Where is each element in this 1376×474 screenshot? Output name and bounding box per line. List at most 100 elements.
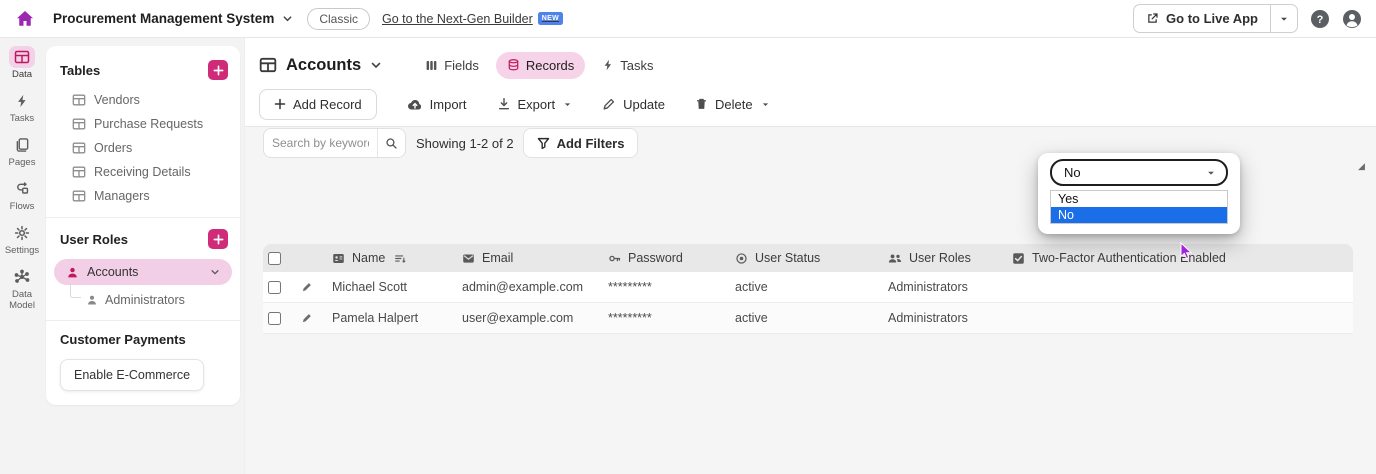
svg-text:?: ? [1317,14,1324,26]
column-header-user-status: User Status [726,251,879,265]
scroll-arrow-icon[interactable]: ◢ [1358,161,1365,172]
column-header-user-roles: User Roles [879,251,1003,265]
select-all-checkbox[interactable] [268,252,281,265]
sidebar-item-vendors[interactable]: Vendors [46,88,240,112]
cell-user-roles: Administrators [879,311,1003,325]
sidebar-item-purchase-requests[interactable]: Purchase Requests [46,112,240,136]
rail-item-pages[interactable]: Pages [0,134,44,169]
go-to-live-app-button[interactable]: Go to Live App [1133,4,1270,33]
update-button[interactable]: Update [602,97,665,112]
tab-tasks[interactable]: Tasks [591,52,664,79]
two-factor-dropdown-popup: No Yes No [1038,153,1240,234]
key-icon [608,252,621,265]
search-box [263,128,406,158]
tables-section-header: Tables [46,58,240,88]
table-icon [72,117,86,131]
divider [46,217,240,218]
cell-email: user@example.com [453,311,599,325]
add-table-button[interactable] [208,60,228,80]
pencil-icon [602,97,616,111]
plus-icon [274,98,286,110]
column-header-password: Password [599,251,726,265]
dropdown-option-list: Yes No [1050,190,1228,224]
add-user-role-button[interactable] [208,229,228,249]
user-roles-header-label: User Roles [60,232,128,247]
people-icon [888,252,902,265]
table-header-row: Name Email Password [263,244,1353,272]
divider [46,320,240,321]
sort-ascending-icon[interactable] [394,253,406,264]
database-icon [507,58,520,72]
chevron-down-icon [761,100,770,109]
tab-records[interactable]: Records [496,52,585,79]
dropdown-option-no[interactable]: No [1051,207,1227,223]
user-avatar[interactable] [1342,9,1362,29]
rail-item-settings[interactable]: Settings [0,222,44,257]
rail-item-tasks[interactable]: Tasks [0,90,44,125]
sidebar-item-receiving-details[interactable]: Receiving Details [46,160,240,184]
add-record-button[interactable]: Add Record [259,89,377,120]
user-roles-section-header: User Roles [46,227,240,257]
person-icon [86,294,98,306]
edit-record-icon[interactable] [281,281,323,293]
chevron-down-icon[interactable] [370,59,382,71]
import-button[interactable]: Import [407,97,467,112]
rail-item-data[interactable]: Data [0,46,44,81]
nav-rail: Data Tasks Pages Flows Settings [0,38,44,474]
sidebar-item-managers[interactable]: Managers [46,184,240,208]
lightning-icon [9,90,35,112]
trash-icon [695,97,708,111]
cell-password: ********* [599,311,726,325]
rail-item-data-model[interactable]: Data Model [0,266,44,312]
two-factor-select[interactable]: No [1050,159,1228,186]
showing-count: Showing 1-2 of 2 [416,136,514,151]
add-filters-button[interactable]: Add Filters [523,128,639,158]
edit-record-icon[interactable] [281,312,323,324]
chevron-down-icon [563,100,572,109]
home-icon[interactable] [13,7,37,31]
chevron-down-icon[interactable] [282,13,293,24]
table-icon [72,93,86,107]
plus-icon [213,65,224,76]
search-icon[interactable] [377,129,405,157]
main-header: Accounts Fields Records Tasks [245,38,1376,127]
cell-email: admin@example.com [453,280,599,294]
pages-icon [9,134,35,156]
flow-icon [9,178,35,200]
new-badge: NEW [538,12,563,25]
chevron-down-icon[interactable] [210,267,220,277]
column-header-name: Name [323,251,453,265]
columns-icon [425,59,438,72]
sidebar-item-accounts[interactable]: Accounts [54,259,232,285]
delete-button[interactable]: Delete [695,97,770,112]
live-app-dropdown-button[interactable] [1270,4,1298,33]
rail-item-flows[interactable]: Flows [0,178,44,213]
person-icon [66,266,79,279]
top-bar: Procurement Management System Classic Go… [0,0,1376,38]
sidebar-item-orders[interactable]: Orders [46,136,240,160]
view-tabs: Fields Records Tasks [414,52,664,79]
table-row[interactable]: Pamela Halpert user@example.com ********… [263,303,1353,334]
cloud-upload-icon [407,97,423,111]
tab-fields[interactable]: Fields [414,52,490,79]
download-icon [497,97,511,111]
help-icon[interactable]: ? [1310,9,1330,29]
dropdown-option-yes[interactable]: Yes [1051,191,1227,207]
enable-ecommerce-button[interactable]: Enable E-Commerce [60,359,204,391]
plus-icon [213,234,224,245]
table-row[interactable]: Michael Scott admin@example.com ********… [263,272,1353,303]
tables-header-label: Tables [60,63,100,78]
sidebar-item-administrators[interactable]: Administrators [46,287,240,311]
row-checkbox[interactable] [268,312,281,325]
row-checkbox[interactable] [268,281,281,294]
export-button[interactable]: Export [497,97,573,112]
cell-name: Pamela Halpert [323,311,453,325]
search-input[interactable] [264,136,377,150]
main-area: Accounts Fields Records Tasks [244,38,1376,474]
column-header-email: Email [453,251,599,265]
column-header-two-factor: Two-Factor Authentication Enabled [1003,251,1353,265]
classic-mode-badge: Classic [307,8,370,30]
next-gen-builder-link[interactable]: Go to the Next-Gen Builder NEW [382,12,563,26]
checkbox-icon [1012,252,1025,265]
cell-user-status: active [726,311,879,325]
